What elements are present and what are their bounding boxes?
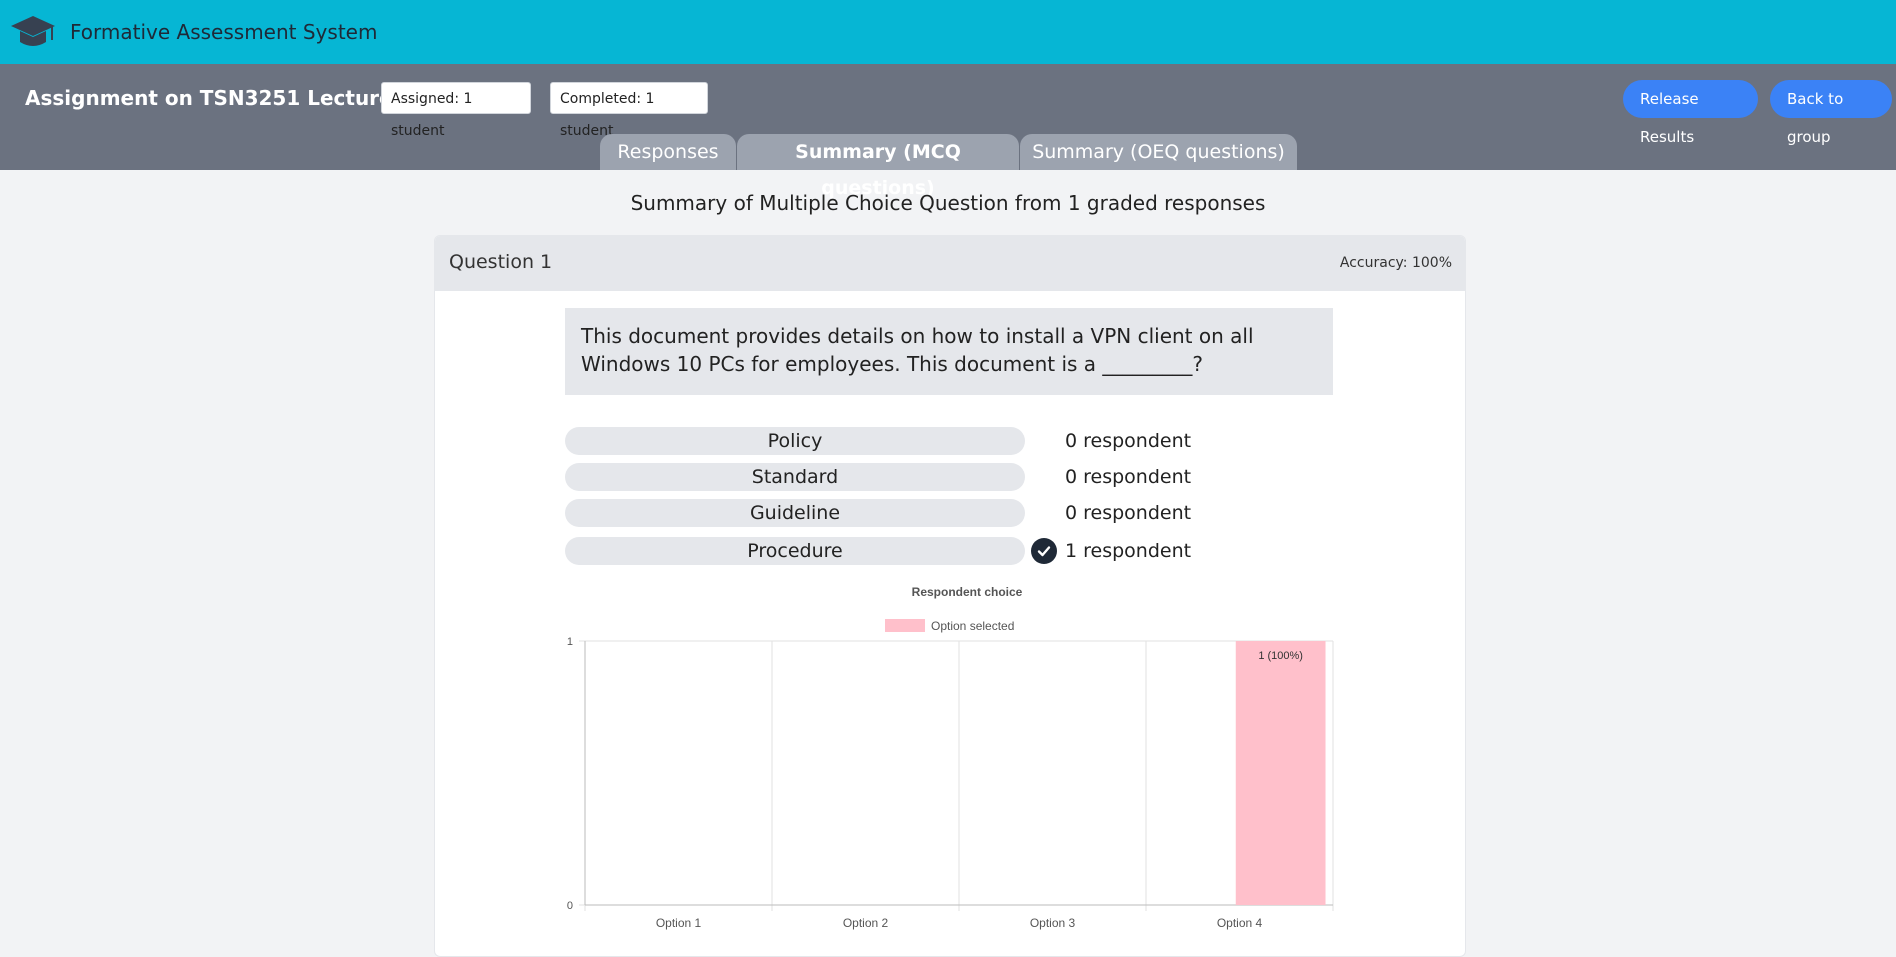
summary-heading: Summary of Multiple Choice Question from…: [630, 191, 1266, 215]
legend-swatch: [885, 619, 925, 632]
tab-summary-oeq[interactable]: Summary (OEQ questions): [1020, 134, 1297, 170]
assignment-title: Assignment on TSN3251 Lecture 1: [25, 86, 414, 110]
legend-label: Option selected: [931, 619, 1014, 633]
tab-summary-mcq[interactable]: Summary (MCQ questions): [737, 134, 1019, 199]
x-tick-label: Option 2: [843, 916, 889, 930]
app-title: Formative Assessment System: [70, 20, 378, 44]
x-tick-label: Option 1: [656, 916, 702, 930]
completed-badge: Completed: 1 student: [550, 82, 708, 139]
tab-responses[interactable]: Responses: [600, 134, 736, 170]
assignment-bar: Assignment on TSN3251 Lecture 1 Assigned…: [0, 64, 1896, 199]
assigned-badge: Assigned: 1 student: [381, 82, 531, 139]
graduation-cap-icon: [10, 12, 56, 52]
bar-data-label: 1 (100%): [1258, 650, 1303, 662]
release-results-button[interactable]: Release Results: [1623, 80, 1758, 146]
question-card: Question 1 Accuracy: 100% This document …: [434, 235, 1466, 957]
back-to-group-button[interactable]: Back to group: [1770, 80, 1892, 146]
y-tick-label: 1: [567, 636, 573, 648]
top-bar: Formative Assessment System: [0, 0, 1896, 64]
bar: [1235, 641, 1326, 905]
chart-svg: Respondent choice Option selected 0 1 Option…: [567, 585, 1334, 930]
chart-title: Respondent choice: [912, 585, 1023, 599]
y-tick-label: 0: [567, 900, 573, 912]
x-tick-label: Option 4: [1217, 916, 1263, 930]
x-tick-label: Option 3: [1030, 916, 1076, 930]
